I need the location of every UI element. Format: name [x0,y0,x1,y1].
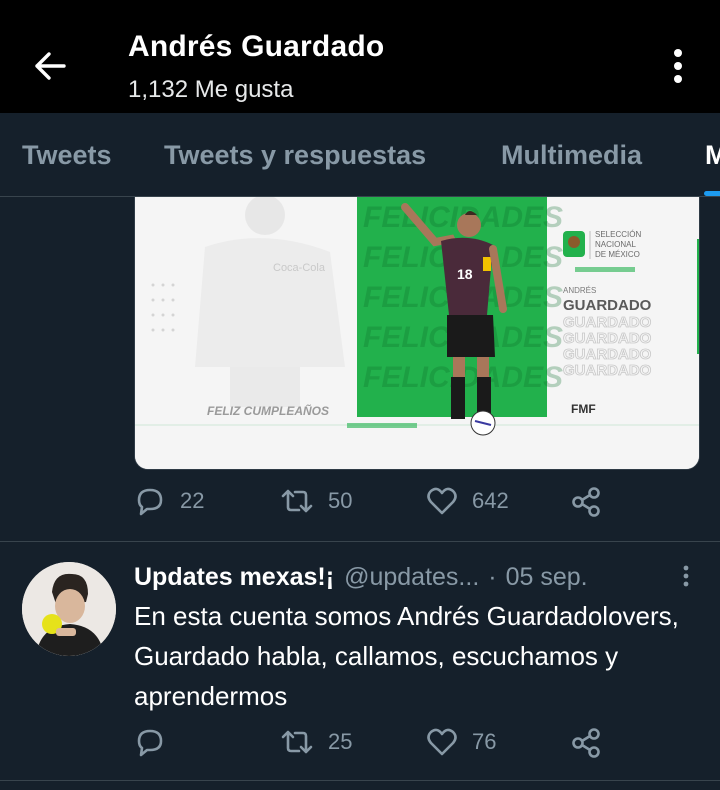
like-button[interactable]: 642 [426,486,509,516]
svg-text:GUARDADO: GUARDADO [563,330,652,347]
fmf-badge: FMF [571,402,596,416]
retweet-count: 25 [328,729,353,754]
bottom-divider [0,780,720,781]
profile-title: Andrés Guardado [128,30,385,63]
share-button[interactable] [570,727,602,759]
tweet-date[interactable]: 05 sep. [506,563,588,592]
heart-icon [427,487,457,515]
birthday-graphic: Coca-Cola FELIZ CUMPLEAÑOS FELICIDADES F… [135,197,699,469]
share-icon [572,728,600,758]
crest-icon [563,231,585,257]
vertical-dots-icon [674,49,682,83]
tweet-more-button[interactable] [674,562,698,590]
tab-likes[interactable]: M [705,140,720,171]
like-button[interactable]: 76 [426,727,496,757]
heart-icon [427,728,457,756]
share-button[interactable] [570,486,602,518]
top-bar: Andrés Guardado 1,132 Me gusta [0,0,720,113]
active-tab-indicator [704,191,720,196]
svg-text:GUARDADO: GUARDADO [563,362,652,379]
avatar[interactable] [22,562,116,656]
arrow-left-icon [35,52,66,80]
svg-text:GUARDADO: GUARDADO [563,314,652,331]
tweet1-actions: 22 50 642 [0,486,720,526]
crest-line-2: NACIONAL [595,240,636,249]
vertical-dots-icon [683,565,689,587]
tweet-text: En esta cuenta somos Andrés Guardadolove… [134,601,679,711]
tweet2-actions: 25 76 [0,727,720,767]
crest-line-1: SELECCIÓN [595,230,641,239]
retweet-icon [281,730,313,754]
name-small: ANDRÉS [563,286,596,295]
header-separator: · [488,562,497,591]
retweet-button[interactable]: 25 [280,727,352,757]
svg-text:18: 18 [457,266,473,282]
tweet-header: Updates mexas!¡ @updates... · 05 sep. [134,560,588,594]
author-name[interactable]: Updates mexas!¡ [134,563,334,592]
profile-tabs: Tweets Tweets y respuestas Multimedia M [0,113,720,197]
reply-button[interactable]: 22 [134,486,204,516]
sponsor-text: Coca-Cola [273,262,326,274]
retweet-button[interactable]: 50 [280,486,352,516]
tab-media[interactable]: Multimedia [501,140,642,171]
like-count: 76 [472,729,497,754]
reply-icon [137,488,163,516]
more-options-button[interactable] [658,44,698,88]
reply-count: 22 [180,488,205,513]
avatar-image [22,562,116,656]
retweet-count: 50 [328,488,353,513]
reply-icon [137,729,163,757]
likes-count: 1,132 Me gusta [128,76,294,103]
crest-line-3: DE MÉXICO [595,250,640,259]
share-icon [572,487,600,517]
retweet-icon [281,489,313,513]
tweet-image[interactable]: Coca-Cola FELIZ CUMPLEAÑOS FELICIDADES F… [134,197,700,470]
svg-text:GUARDADO: GUARDADO [563,346,652,363]
greeting-text: FELIZ CUMPLEAÑOS [207,403,329,418]
tweet-divider [0,541,720,542]
name-big: GUARDADO [563,297,652,314]
tab-tweets[interactable]: Tweets [22,140,112,171]
tab-tweets-and-replies[interactable]: Tweets y respuestas [164,140,426,171]
reply-button[interactable] [134,727,166,757]
author-handle[interactable]: @updates... [344,563,479,592]
back-button[interactable] [22,40,78,92]
like-count: 642 [472,488,509,513]
